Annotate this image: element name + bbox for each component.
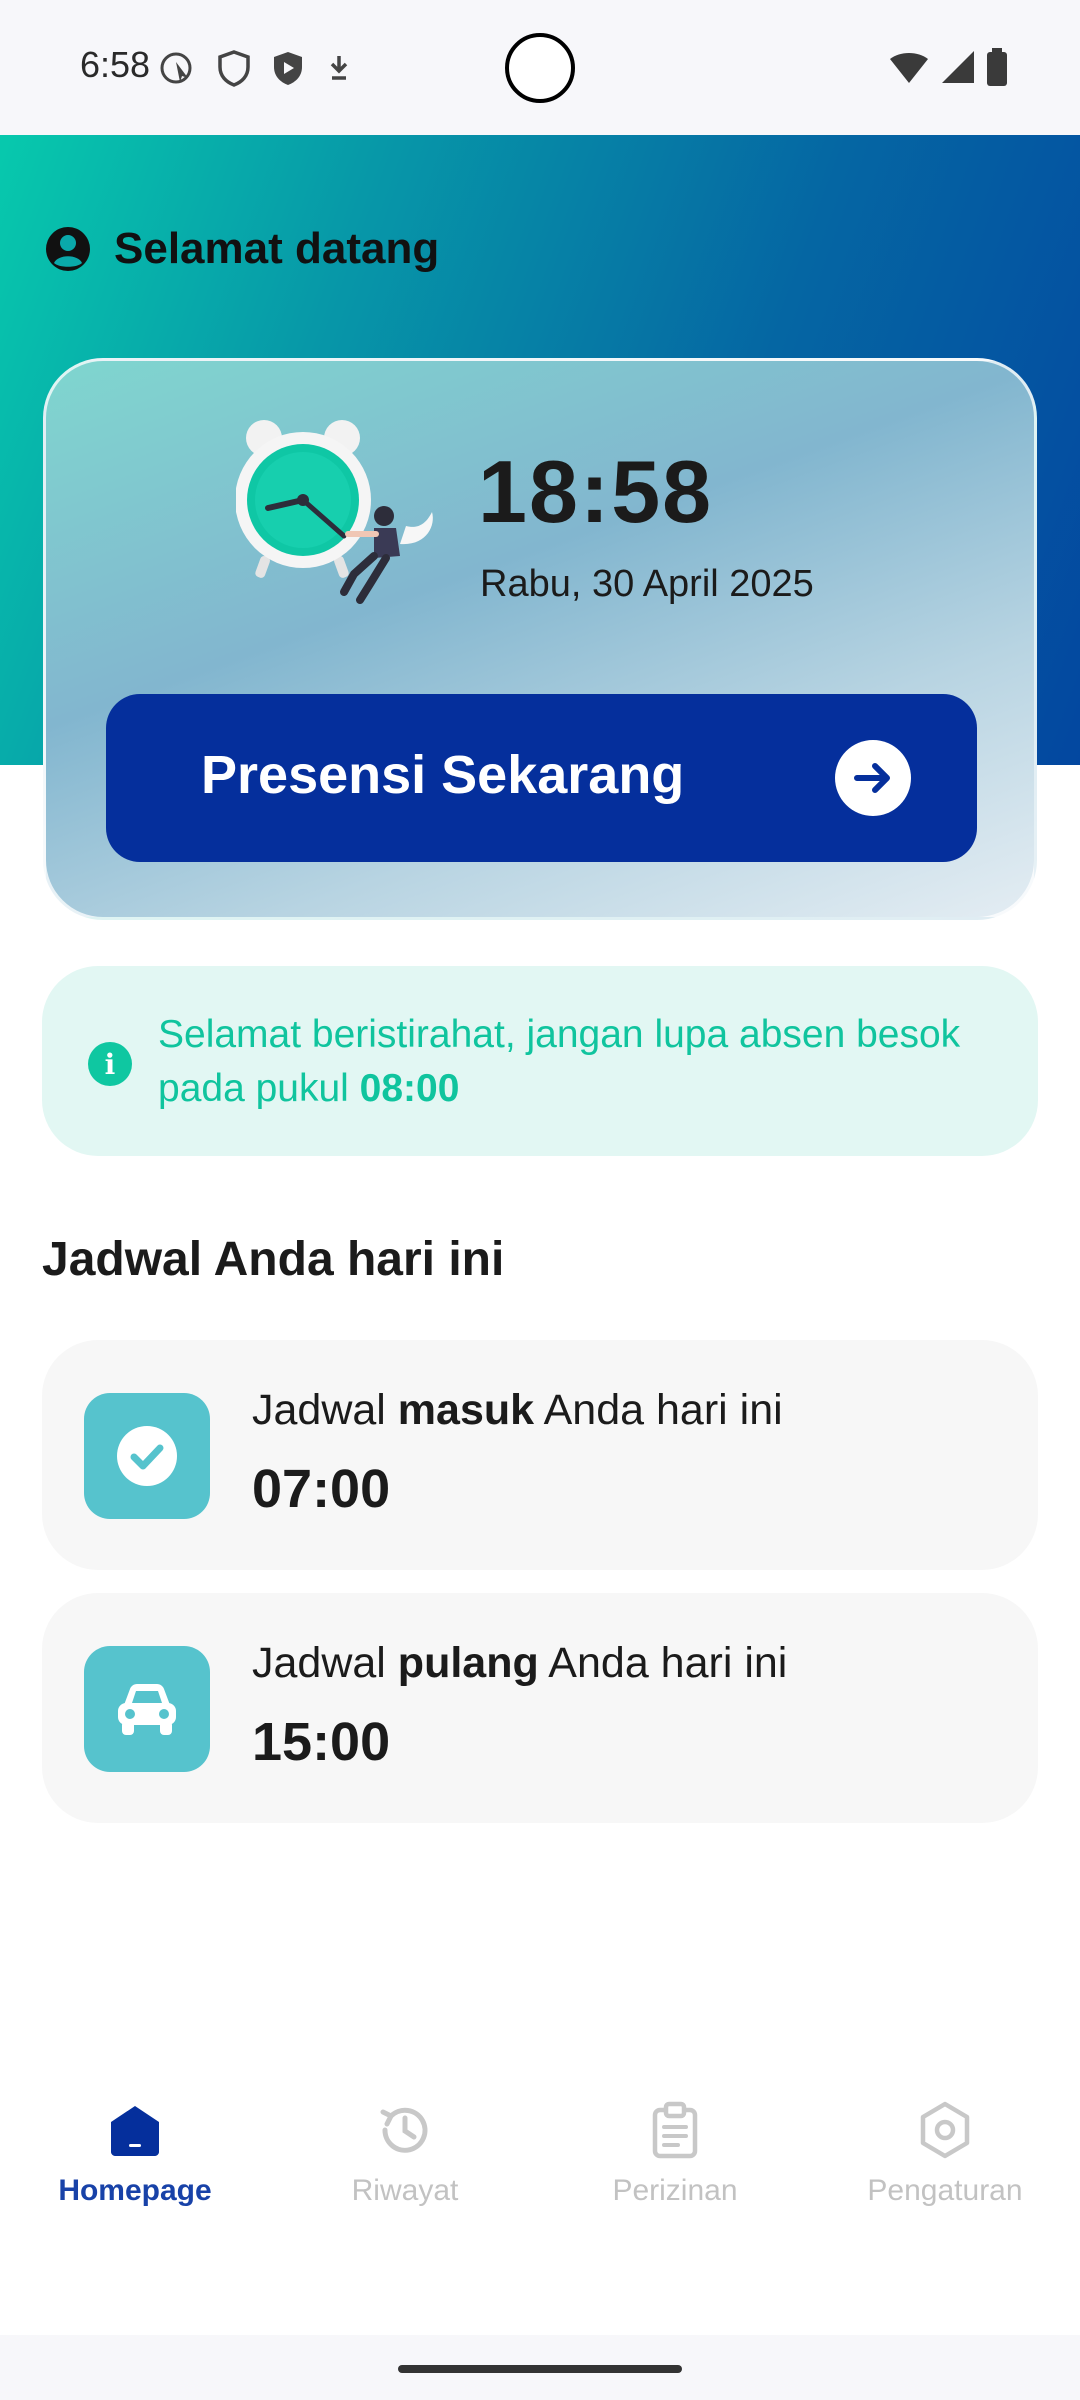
status-time: 6:58 <box>80 44 151 85</box>
info-time: 08:00 <box>359 1067 460 1110</box>
wifi-icon <box>890 53 928 83</box>
shield-play-icon <box>274 52 302 85</box>
info-message: Selamat beristirahat, jangan lupa absen … <box>158 1013 961 1110</box>
schedule-label: Jadwal pulang Anda hari ini <box>252 1639 787 1688</box>
schedule-label-prefix: Jadwal <box>252 1639 398 1687</box>
schedule-label-suffix: Anda hari ini <box>534 1386 783 1434</box>
battery-icon <box>987 48 1007 86</box>
schedule-label: Jadwal masuk Anda hari ini <box>252 1386 783 1435</box>
status-bar: 6:58 <box>0 0 1080 135</box>
clipboard-icon <box>652 2101 698 2159</box>
current-date: Rabu, 30 April 2025 <box>480 563 814 605</box>
nav-label: Perizinan <box>612 2174 738 2207</box>
car-icon <box>84 1646 210 1772</box>
schedule-label-emphasis: pulang <box>397 1639 539 1687</box>
camera-cutout <box>505 33 575 103</box>
current-time: 18:58 <box>478 442 714 541</box>
check-circle-icon <box>84 1393 210 1519</box>
account-icon <box>46 227 90 271</box>
download-icon <box>330 56 348 80</box>
touch-icon <box>160 52 192 84</box>
nav-riwayat[interactable]: Riwayat <box>270 2100 540 2240</box>
system-icons <box>888 48 1008 86</box>
schedule-card-pulang: Jadwal pulang Anda hari ini 15:00 <box>42 1593 1038 1823</box>
nav-label: Pengaturan <box>867 2174 1023 2207</box>
settings-icon <box>920 2101 970 2159</box>
signal-icon <box>942 51 974 83</box>
schedule-time: 07:00 <box>252 1459 391 1519</box>
nav-pengaturan[interactable]: Pengaturan <box>810 2100 1080 2240</box>
shield-outline-icon <box>218 50 250 87</box>
nav-label: Homepage <box>58 2174 212 2207</box>
welcome-header: Selamat datang <box>44 224 439 274</box>
bottom-navigation: Homepage Riwayat Perizinan Pengaturan <box>0 2070 1080 2270</box>
welcome-text: Selamat datang <box>114 224 440 273</box>
info-icon: i <box>88 1042 132 1086</box>
home-icon <box>111 2106 159 2156</box>
clock-illustration <box>236 420 433 604</box>
schedule-label-emphasis: masuk <box>397 1386 535 1434</box>
history-icon <box>380 2107 428 2153</box>
clock-card: 18:58 Rabu, 30 April 2025 Presensi Sekar… <box>43 358 1037 920</box>
gesture-handle[interactable] <box>398 2365 682 2373</box>
presensi-button-label: Presensi Sekarang <box>201 745 685 805</box>
schedule-title: Jadwal Anda hari ini <box>42 1233 505 1286</box>
presensi-button[interactable]: Presensi Sekarang <box>106 694 977 862</box>
info-text: Selamat beristirahat, jangan lupa absen … <box>158 1008 998 1116</box>
nav-label: Riwayat <box>351 2174 459 2207</box>
info-banner: i Selamat beristirahat, jangan lupa abse… <box>42 966 1038 1156</box>
schedule-time: 15:00 <box>252 1712 391 1772</box>
nav-homepage[interactable]: Homepage <box>0 2100 270 2240</box>
schedule-label-prefix: Jadwal <box>252 1386 398 1434</box>
schedule-card-masuk: Jadwal masuk Anda hari ini 07:00 <box>42 1340 1038 1570</box>
notification-icons <box>158 48 354 88</box>
nav-perizinan[interactable]: Perizinan <box>540 2100 810 2240</box>
schedule-label-suffix: Anda hari ini <box>538 1639 788 1687</box>
arrow-right-icon <box>835 740 911 816</box>
